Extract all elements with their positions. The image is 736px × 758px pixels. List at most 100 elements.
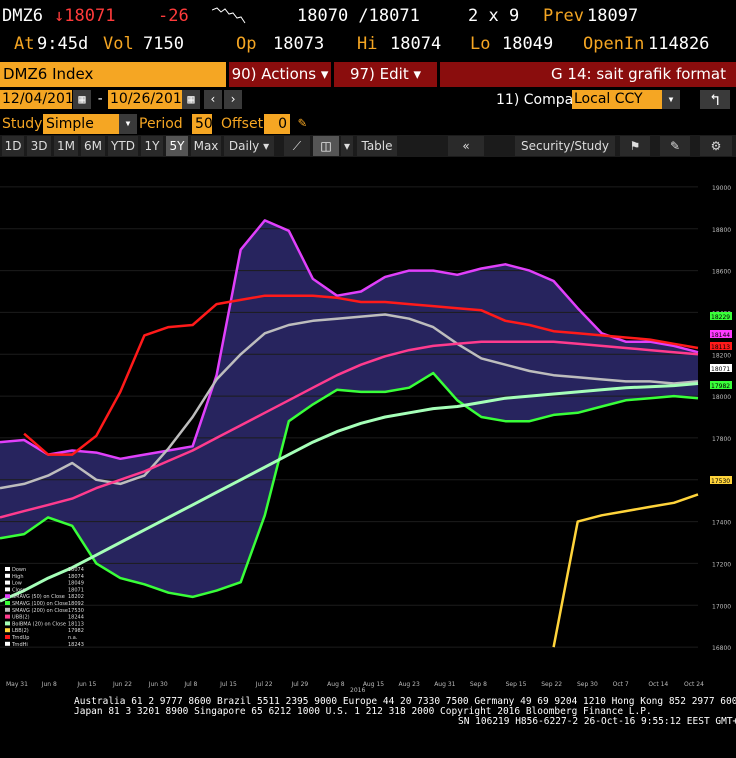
edit-label: 97) Edit — [349, 65, 409, 83]
sparkline-icon — [211, 4, 246, 24]
chevron-down-icon[interactable]: ▾ — [119, 114, 137, 134]
edit-menu[interactable]: 97) Edit ▾ — [334, 62, 437, 87]
low-value: 18049 — [502, 34, 554, 54]
y-tick-label: 16800 — [712, 645, 731, 652]
x-tick-label: Sep 8 — [470, 681, 487, 688]
bid-ask-size: 2 x 9 — [468, 6, 520, 26]
offset-input[interactable]: 0 — [264, 114, 290, 134]
legend-value: 17530 — [68, 608, 84, 614]
x-tick-label: Jul 15 — [219, 681, 237, 688]
footer-line-3: SN 106219 H856-6227-2 26-Oct-16 9:55:12 … — [458, 716, 736, 727]
x-tick-label: Oct 24 — [684, 681, 704, 688]
legend-value: n.a. — [68, 635, 78, 641]
legend-swatch — [5, 641, 10, 646]
legend-label: SMAVG (100) on Close — [12, 601, 68, 607]
y-tick-label: 18800 — [712, 227, 731, 234]
last-value-label: 17982 — [711, 383, 730, 390]
range-1m[interactable]: 1M — [54, 136, 78, 156]
calendar-icon[interactable]: ▦ — [73, 90, 91, 109]
table-button[interactable]: Table — [357, 136, 397, 156]
y-tick-label: 18200 — [712, 352, 731, 359]
function-title: G 14: sait grafik format — [440, 62, 736, 87]
legend-swatch — [5, 594, 10, 599]
start-date-field[interactable]: 12/04/2015 — [0, 90, 83, 109]
change: -26 — [158, 6, 189, 26]
last-value-label: 18144 — [711, 332, 730, 339]
chevron-left-icon[interactable]: ‹ — [204, 90, 222, 109]
undo-icon[interactable]: ↰ — [700, 90, 730, 109]
edit-icon[interactable]: ✎ — [660, 136, 690, 156]
chevron-right-icon[interactable]: › — [224, 90, 242, 109]
range-max[interactable]: Max — [191, 136, 221, 156]
x-tick-label: Jul 29 — [290, 681, 308, 688]
y-tick-label: 17200 — [712, 561, 731, 568]
x-tick-label: Sep 15 — [506, 681, 527, 688]
x-tick-label: Jun 8 — [41, 681, 57, 688]
vol-value: 7150 — [143, 34, 184, 54]
chevron-down-icon: ▾ — [413, 65, 422, 83]
legend-swatch — [5, 567, 10, 571]
study-select[interactable]: Simple MA — [43, 114, 119, 152]
legend-value: 18202 — [68, 594, 84, 600]
legend-label: SMAVG (200) on Close — [12, 608, 68, 614]
compare-value: Local CCY — [574, 91, 643, 107]
actions-menu[interactable]: 90) Actions ▾ — [229, 62, 331, 87]
calendar-icon[interactable]: ▦ — [182, 90, 200, 109]
legend-value: 18074 — [68, 574, 84, 580]
x-tick-label: Sep 22 — [541, 681, 562, 688]
x-tick-label: Aug 31 — [434, 681, 455, 688]
bid-ask: 18070 /18071 — [297, 6, 420, 26]
legend-value: 18071 — [68, 587, 84, 593]
x-tick-label: Jul 22 — [255, 681, 273, 688]
open-value: 18073 — [273, 34, 325, 54]
range-1d[interactable]: 1D — [2, 136, 24, 156]
range-5y[interactable]: 5Y — [166, 136, 188, 156]
legend-swatch — [5, 621, 10, 626]
compare-select[interactable]: Local CCY — [572, 90, 664, 109]
open-label: Op — [236, 34, 257, 54]
command-bar: DMZ6 Index 90) Actions ▾ 97) Edit ▾ G 14… — [0, 62, 736, 87]
chevron-down-icon[interactable]: ▾ — [341, 136, 353, 156]
last-value-label: 18113 — [711, 344, 730, 351]
chevron-down-icon[interactable]: ▾ — [662, 90, 680, 109]
period-input[interactable]: 50 — [192, 114, 213, 134]
x-tick-label: Jun 30 — [148, 681, 168, 688]
range-6m[interactable]: 6M — [81, 136, 105, 156]
last-value-label: 18229 — [711, 314, 730, 321]
legend-value: 18074 — [68, 567, 84, 573]
frequency-select[interactable]: Daily ▾ — [224, 136, 274, 156]
gear-icon[interactable]: ⚙ — [700, 136, 732, 156]
range-ytd[interactable]: YTD — [108, 136, 138, 156]
offset-label: Offset — [221, 116, 264, 132]
ticker: DMZ6 — [2, 6, 43, 26]
legend-label: Down — [12, 567, 26, 573]
candle-chart-icon[interactable]: ◫ — [313, 136, 339, 156]
range-3d[interactable]: 3D — [27, 136, 51, 156]
frequency-value: Daily — [228, 139, 260, 153]
x-tick-label: Sep 30 — [577, 681, 598, 688]
time-value: 9:45d — [37, 34, 89, 54]
legend-swatch — [5, 607, 10, 612]
x-tick-label: Jun 22 — [112, 681, 132, 688]
collapse-icon[interactable]: « — [448, 136, 484, 156]
line-chart-icon[interactable]: ⟋ — [284, 136, 310, 156]
security-field[interactable]: DMZ6 Index — [0, 62, 226, 87]
legend-swatch — [5, 614, 10, 619]
x-tick-label: Jul 8 — [183, 681, 197, 688]
legend-swatch — [5, 573, 10, 578]
x-tick-label: Aug 23 — [399, 681, 420, 688]
price-chart[interactable]: 1900018800186001840018200180001780017600… — [0, 158, 736, 694]
pencil-icon[interactable]: ✎ — [298, 115, 306, 131]
x-tick-label: Aug 15 — [363, 681, 384, 688]
y-tick-label: 17000 — [712, 603, 731, 610]
flag-icon[interactable]: ⚑ — [620, 136, 650, 156]
range-bar: 1D 3D 1M 6M YTD 1Y 5Y Max Daily ▾ ⟋ ◫ ▾ … — [0, 135, 736, 157]
range-1y[interactable]: 1Y — [141, 136, 163, 156]
study-bar: Study Simple MA ▾ Period 50 Offset 0 ✎ — [0, 113, 736, 152]
date-bar: 12/04/2015 ▦ - 10/26/2016 ▦ ‹ › 11) Comp… — [0, 88, 736, 112]
x-tick-label: Aug 8 — [327, 681, 345, 688]
end-date-field[interactable]: 10/26/2016 — [108, 90, 191, 109]
y-tick-label: 18000 — [712, 394, 731, 401]
x-year-label: 2016 — [350, 687, 365, 693]
security-study-button[interactable]: Security/Study — [515, 136, 615, 156]
